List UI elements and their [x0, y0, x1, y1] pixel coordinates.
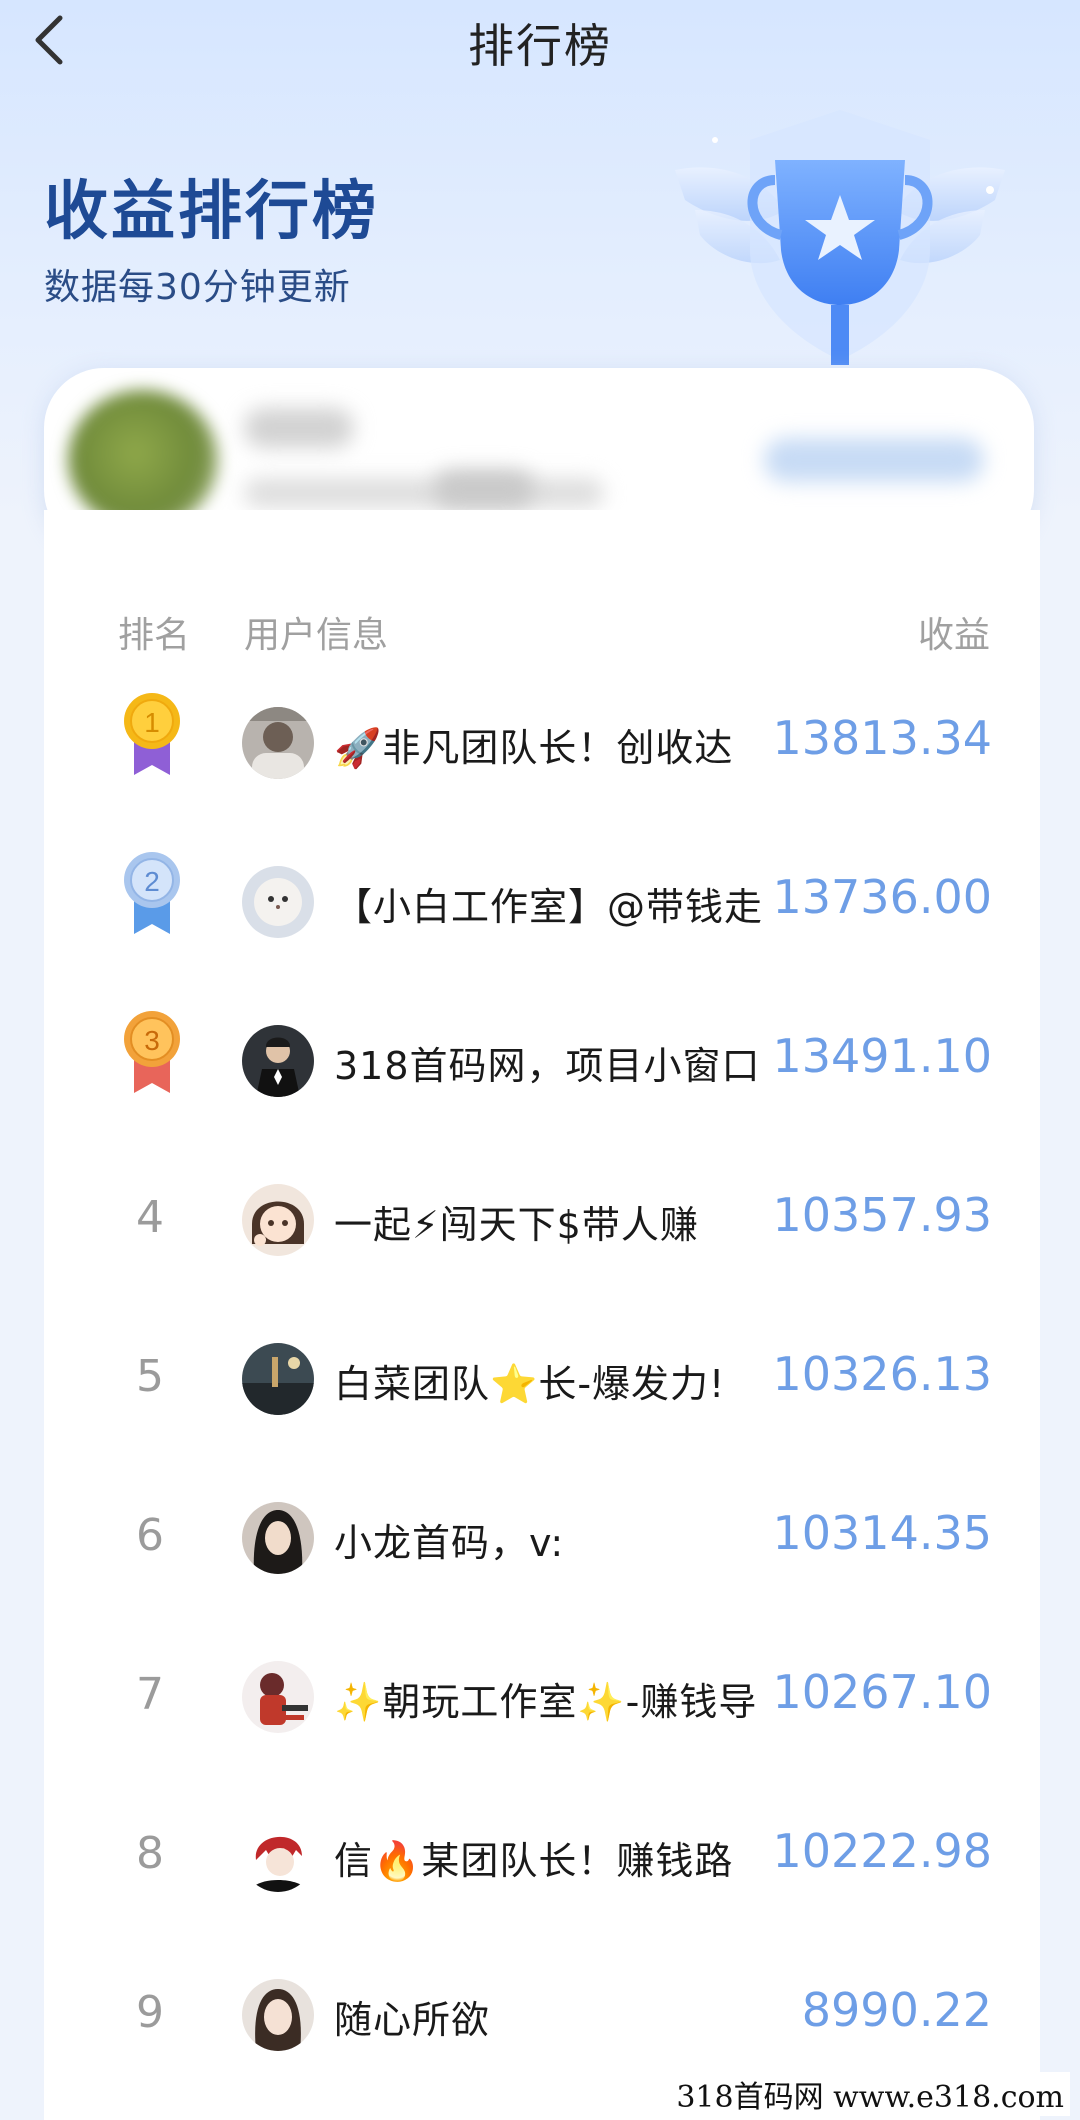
avatar	[242, 1025, 314, 1097]
svg-text:1: 1	[144, 707, 160, 738]
user-name: ✨朝玩工作室✨-赚钱导	[334, 1680, 758, 1724]
silver-medal-icon: 2	[124, 852, 180, 934]
avatar	[242, 1184, 314, 1256]
avatar	[242, 1820, 314, 1892]
rank-number: 5	[136, 1351, 164, 1402]
rank-number: 6	[136, 1510, 164, 1561]
earnings-value: 10267.10	[772, 1665, 993, 1719]
avatar	[242, 866, 314, 938]
avatar	[242, 707, 314, 779]
my-info-redacted	[434, 470, 534, 508]
gold-medal-icon: 1	[124, 693, 180, 775]
site-watermark: 318首码网 www.e318.com	[670, 2072, 1070, 2116]
earnings-value: 8990.22	[801, 1983, 992, 2037]
user-name: 一起⚡闯天下$带人赚	[334, 1203, 699, 1247]
user-name: 白菜团队⭐长-爆发力!	[334, 1362, 726, 1406]
earnings-value: 13491.10	[772, 1029, 993, 1083]
page-title: 排行榜	[468, 19, 612, 73]
ranking-list: 排名 用户信息 收益 1 🚀非凡团队长！创收达 13813.34 2 【小白工作…	[44, 510, 1040, 2120]
my-info-redacted	[244, 478, 604, 508]
trophy-icon	[675, 110, 1005, 365]
user-name: 318首码网，项目小窗口	[334, 1044, 761, 1088]
list-item[interactable]: 5 白菜团队⭐长-爆发力! 10326.13	[44, 1301, 1040, 1460]
earnings-value: 13813.34	[772, 711, 993, 765]
svg-text:3: 3	[144, 1025, 160, 1056]
list-item[interactable]: 3 318首码网，项目小窗口 13491.10	[44, 983, 1040, 1142]
user-name: 小龙首码，v:	[334, 1521, 565, 1565]
earnings-value: 10357.93	[772, 1188, 993, 1242]
avatar	[242, 1979, 314, 2051]
rank-number: 9	[136, 1987, 164, 2038]
list-item[interactable]: 2 【小白工作室】@带钱走 13736.00	[44, 824, 1040, 983]
nav-bar: 排行榜	[0, 0, 1080, 80]
earnings-value: 10314.35	[772, 1506, 993, 1560]
rank-number: 8	[136, 1828, 164, 1879]
list-header: 排名 用户信息 收益	[44, 510, 1040, 656]
earnings-value: 10326.13	[772, 1347, 993, 1401]
avatar	[242, 1343, 314, 1415]
my-name-redacted	[244, 408, 354, 448]
my-earnings-redacted	[764, 438, 984, 482]
earnings-value: 13736.00	[772, 870, 993, 924]
rank-number: 7	[136, 1669, 164, 1720]
rank-number: 4	[136, 1192, 164, 1243]
list-item[interactable]: 4 一起⚡闯天下$带人赚 10357.93	[44, 1142, 1040, 1301]
avatar	[242, 1502, 314, 1574]
my-avatar	[68, 390, 218, 530]
earnings-value: 10222.98	[772, 1824, 993, 1878]
user-name: 随心所欲	[334, 1998, 491, 2042]
update-note: 数据每30分钟更新	[44, 267, 351, 308]
leaderboard-title: 收益排行榜	[44, 175, 379, 249]
svg-text:2: 2	[144, 866, 160, 897]
avatar	[242, 1661, 314, 1733]
list-item[interactable]: 7 ✨朝玩工作室✨-赚钱导 10267.10	[44, 1619, 1040, 1778]
column-earnings-header: 收益	[917, 615, 990, 656]
column-rank-header: 排名	[118, 615, 191, 656]
user-name: 【小白工作室】@带钱走	[334, 885, 764, 929]
column-user-header: 用户信息	[244, 615, 389, 656]
list-item[interactable]: 8 信🔥某团队长！赚钱路 10222.98	[44, 1778, 1040, 1937]
user-name: 🚀非凡团队长！创收达	[334, 726, 734, 770]
list-item[interactable]: 1 🚀非凡团队长！创收达 13813.34	[44, 665, 1040, 824]
user-name: 信🔥某团队长！赚钱路	[334, 1839, 734, 1883]
bronze-medal-icon: 3	[124, 1011, 180, 1093]
list-item[interactable]: 6 小龙首码，v: 10314.35	[44, 1460, 1040, 1619]
